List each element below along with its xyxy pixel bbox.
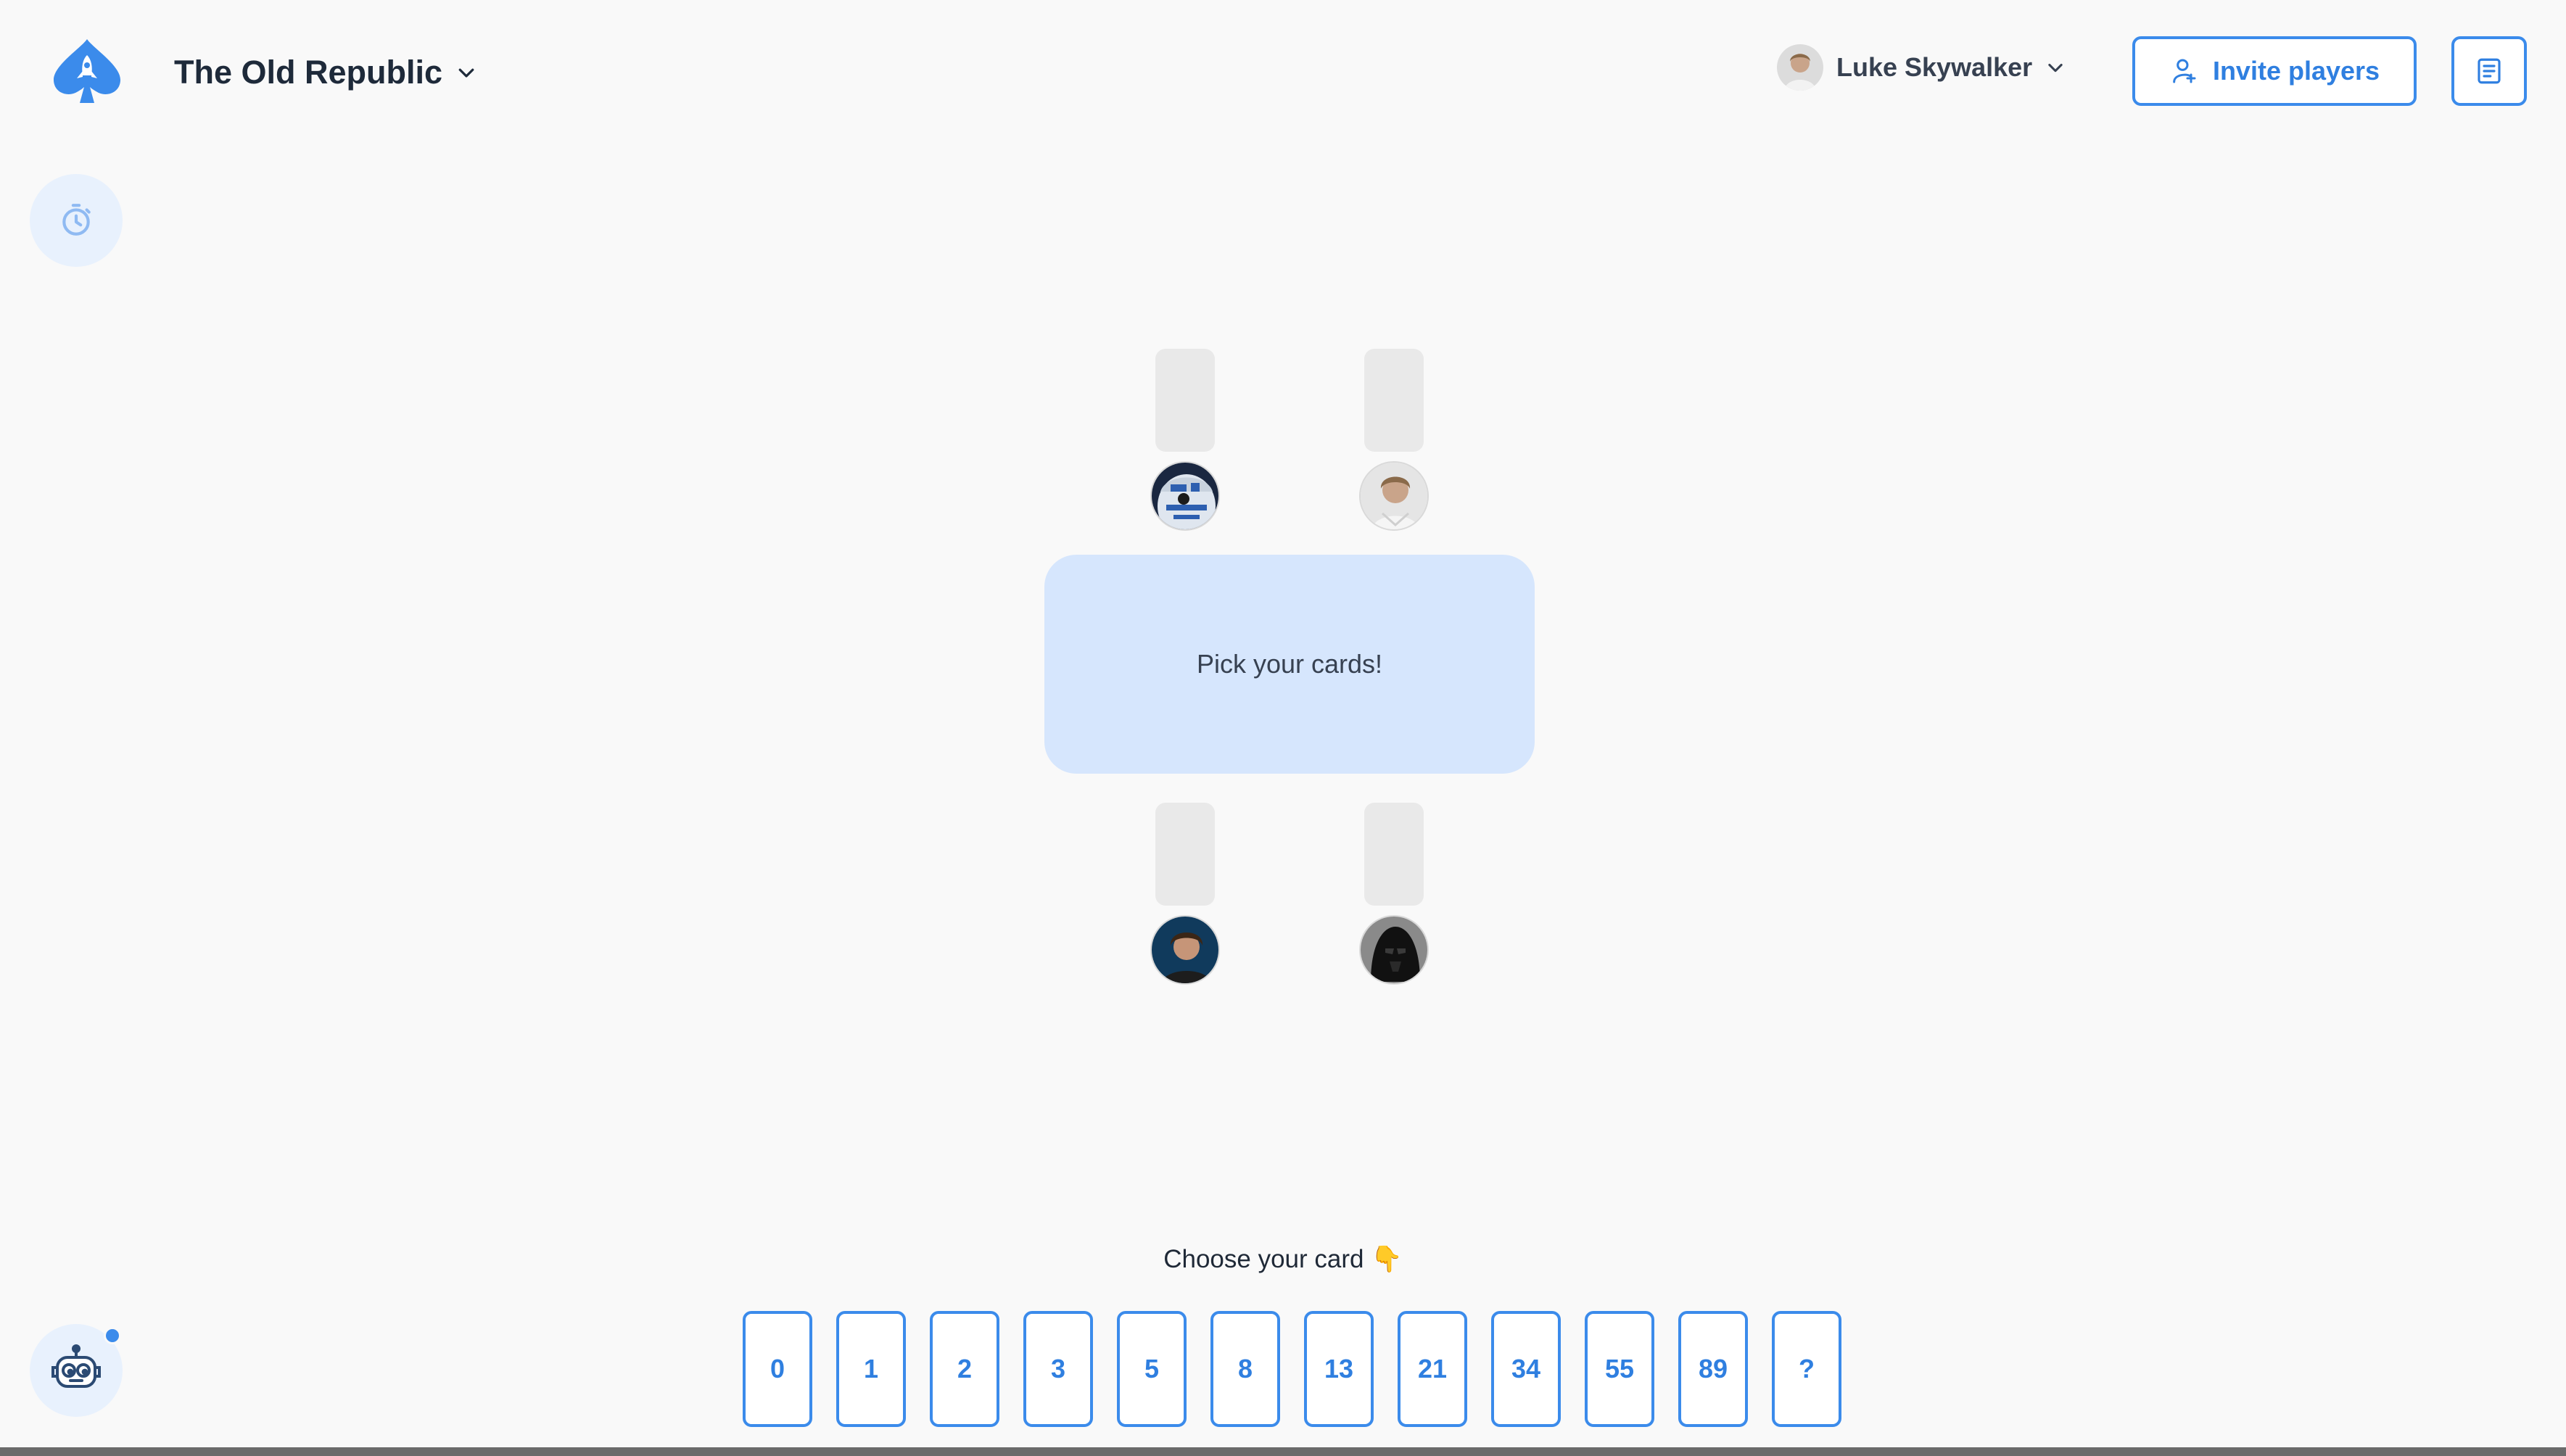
card-8[interactable]: 8 bbox=[1210, 1311, 1280, 1427]
notes-button[interactable] bbox=[2451, 36, 2527, 106]
user-menu[interactable]: Luke Skywalker bbox=[1777, 44, 2066, 91]
chevron-down-icon bbox=[2048, 63, 2063, 73]
card-5[interactable]: 5 bbox=[1117, 1311, 1187, 1427]
card-2[interactable]: 2 bbox=[930, 1311, 999, 1427]
notification-dot bbox=[104, 1327, 121, 1344]
player-avatar-han bbox=[1150, 915, 1220, 985]
card-13[interactable]: 13 bbox=[1304, 1311, 1374, 1427]
chevron-down-icon bbox=[458, 68, 474, 78]
choose-card-label: Choose your card 👇 bbox=[1163, 1245, 1403, 1273]
table-message: Pick your cards! bbox=[1196, 649, 1383, 679]
player-card-slot bbox=[1155, 803, 1215, 906]
user-avatar bbox=[1777, 44, 1823, 91]
robot-icon bbox=[51, 1344, 101, 1388]
card-21[interactable]: 21 bbox=[1398, 1311, 1467, 1427]
app-logo[interactable] bbox=[51, 36, 123, 106]
document-icon bbox=[2478, 58, 2501, 84]
card-89[interactable]: 89 bbox=[1678, 1311, 1748, 1427]
player-card-slot bbox=[1155, 349, 1215, 452]
card-1[interactable]: 1 bbox=[836, 1311, 906, 1427]
player-avatar-luke bbox=[1359, 461, 1429, 531]
timer-button[interactable] bbox=[30, 174, 123, 267]
window-bottom-edge bbox=[0, 1447, 2566, 1456]
player-card-slot bbox=[1364, 349, 1424, 452]
card-34[interactable]: 34 bbox=[1491, 1311, 1561, 1427]
player-avatar-vader bbox=[1359, 915, 1429, 985]
user-name: Luke Skywalker bbox=[1836, 52, 2033, 82]
room-title: The Old Republic bbox=[174, 54, 443, 91]
card-deck: 0 1 2 3 5 8 13 21 34 55 89 ? bbox=[743, 1311, 1841, 1427]
user-add-icon bbox=[2173, 59, 2196, 83]
card-0[interactable]: 0 bbox=[743, 1311, 812, 1427]
poker-table: Pick your cards! bbox=[1044, 555, 1535, 774]
room-title-dropdown[interactable]: The Old Republic bbox=[174, 51, 477, 94]
player-card-slot bbox=[1364, 803, 1424, 906]
player-avatar-r2d2 bbox=[1150, 461, 1220, 531]
card-3[interactable]: 3 bbox=[1023, 1311, 1093, 1427]
invite-players-button[interactable]: Invite players bbox=[2132, 36, 2417, 106]
stopwatch-icon bbox=[62, 204, 91, 236]
assistant-bot-button[interactable] bbox=[30, 1324, 123, 1417]
card-55[interactable]: 55 bbox=[1585, 1311, 1654, 1427]
card-question[interactable]: ? bbox=[1772, 1311, 1841, 1427]
invite-players-label: Invite players bbox=[2212, 56, 2380, 86]
spade-rocket-logo-icon bbox=[54, 39, 120, 103]
